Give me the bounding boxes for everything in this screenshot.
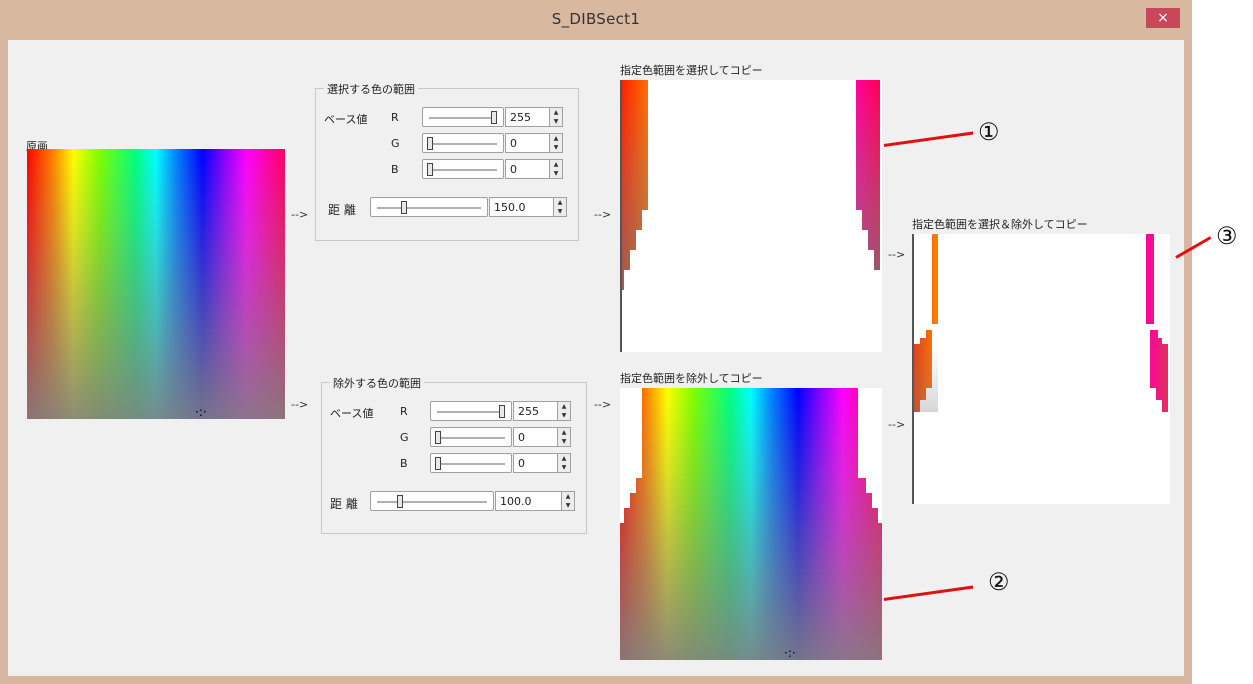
slider-thumb[interactable] — [435, 431, 441, 444]
slider-thumb[interactable] — [397, 495, 403, 508]
source-image: ·:· — [27, 149, 285, 419]
exclude-distance-label: 距 離 — [330, 497, 358, 511]
exclude-b-slider[interactable] — [430, 453, 512, 473]
window-title: S_DIBSect1 — [551, 10, 641, 28]
spin-buttons[interactable]: ▲ ▼ — [557, 402, 570, 420]
select-g-slider[interactable] — [422, 133, 504, 153]
select-range-group: 選択する色の範囲 ベース値 R G B 255 ▲ ▼ 0 ▲ ▼ 0 ▲ ▼ … — [315, 81, 579, 241]
select-exclude-copy-label: 指定色範囲を選択＆除外してコピー — [912, 218, 1088, 231]
exclude-distance-spinbox[interactable]: 100.0 ▲ ▼ — [495, 491, 575, 511]
slider-thumb[interactable] — [427, 137, 433, 150]
exclude-b-value: 0 — [518, 457, 525, 470]
exclude-copy-label: 指定色範囲を除外してコピー — [620, 372, 763, 385]
spin-buttons[interactable]: ▲ ▼ — [557, 454, 570, 472]
select-r-label: R — [391, 111, 399, 124]
select-distance-value: 150.0 — [494, 201, 526, 214]
select-b-slider[interactable] — [422, 159, 504, 179]
select-r-spinbox[interactable]: 255 ▲ ▼ — [505, 107, 563, 127]
select-exclude-copy-graphic — [914, 234, 1168, 412]
select-b-spinbox[interactable]: 0 ▲ ▼ — [505, 159, 563, 179]
select-g-value: 0 — [510, 137, 517, 150]
select-copy-image — [620, 80, 882, 352]
exclude-r-value: 255 — [518, 405, 539, 418]
close-button[interactable]: × — [1146, 8, 1180, 28]
spin-buttons[interactable]: ▲ ▼ — [549, 108, 562, 126]
select-range-title: 選択する色の範囲 — [324, 81, 418, 97]
select-g-label: G — [391, 137, 400, 150]
annotation-2: ② — [988, 568, 1010, 596]
slider-thumb[interactable] — [401, 201, 407, 214]
exclude-range-title: 除外する色の範囲 — [330, 375, 424, 391]
spin-buttons[interactable]: ▲ ▼ — [549, 160, 562, 178]
slider-thumb[interactable] — [435, 457, 441, 470]
spin-buttons[interactable]: ▲ ▼ — [557, 428, 570, 446]
cursor-marker: ·:· — [784, 646, 796, 660]
arrow-to-exclude-result: --> — [594, 398, 612, 411]
cursor-marker: ·:· — [195, 405, 207, 419]
select-base-label: ベース値 — [324, 113, 368, 126]
exclude-g-spinbox[interactable]: 0 ▲ ▼ — [513, 427, 571, 447]
exclude-g-slider[interactable] — [430, 427, 512, 447]
exclude-b-label: B — [400, 457, 408, 470]
spin-buttons[interactable]: ▲ ▼ — [561, 492, 574, 510]
select-distance-spinbox[interactable]: 150.0 ▲ ▼ — [489, 197, 567, 217]
exclude-r-slider[interactable] — [430, 401, 512, 421]
arrow-select-to-combined: --> — [888, 248, 906, 261]
exclude-g-value: 0 — [518, 431, 525, 444]
exclude-b-spinbox[interactable]: 0 ▲ ▼ — [513, 453, 571, 473]
exclude-copy-mask — [620, 388, 882, 523]
select-r-slider[interactable] — [422, 107, 504, 127]
arrow-to-exclude: --> — [291, 398, 309, 411]
slider-thumb[interactable] — [499, 405, 505, 418]
exclude-r-spinbox[interactable]: 255 ▲ ▼ — [513, 401, 571, 421]
title-bar[interactable]: S_DIBSect1 × — [0, 0, 1192, 40]
exclude-base-label: ベース値 — [330, 407, 374, 420]
exclude-g-label: G — [400, 431, 409, 444]
exclude-range-group: 除外する色の範囲 ベース値 R G B 255 ▲ ▼ 0 ▲ ▼ 0 ▲ ▼ … — [321, 375, 587, 534]
select-distance-label: 距 離 — [328, 203, 356, 217]
select-exclude-copy-image — [912, 234, 1170, 504]
exclude-copy-image: ·:· — [620, 388, 882, 660]
exclude-r-label: R — [400, 405, 408, 418]
arrow-to-select: --> — [291, 208, 309, 221]
select-g-spinbox[interactable]: 0 ▲ ▼ — [505, 133, 563, 153]
slider-thumb[interactable] — [427, 163, 433, 176]
select-copy-graphic — [622, 80, 880, 290]
select-copy-label: 指定色範囲を選択してコピー — [620, 64, 763, 77]
select-distance-slider[interactable] — [370, 197, 488, 217]
spin-buttons[interactable]: ▲ ▼ — [553, 198, 566, 216]
select-b-label: B — [391, 163, 399, 176]
arrow-to-select-result: --> — [594, 208, 612, 221]
spin-buttons[interactable]: ▲ ▼ — [549, 134, 562, 152]
app-window: S_DIBSect1 × 原画 ·:· --> --> --> --> --> … — [0, 0, 1192, 684]
annotation-3: ③ — [1216, 222, 1238, 250]
exclude-distance-slider[interactable] — [370, 491, 494, 511]
annotation-1: ① — [978, 118, 1000, 146]
exclude-distance-value: 100.0 — [500, 495, 532, 508]
select-r-value: 255 — [510, 111, 531, 124]
slider-thumb[interactable] — [491, 111, 497, 124]
select-b-value: 0 — [510, 163, 517, 176]
arrow-exclude-to-combined: --> — [888, 418, 906, 431]
